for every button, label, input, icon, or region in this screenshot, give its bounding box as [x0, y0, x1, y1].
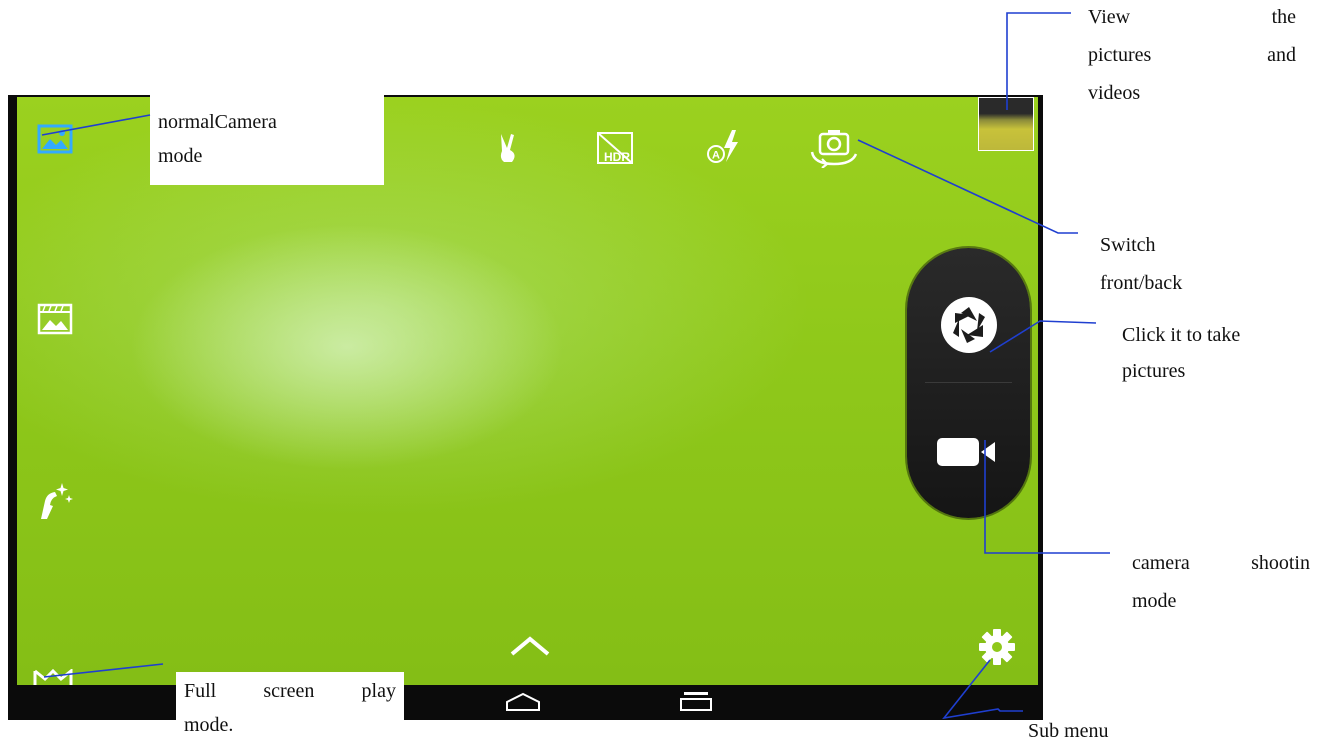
callout-view-pictures-line2: pictures and [1088, 38, 1296, 72]
expand-chevron-icon[interactable] [509, 635, 551, 657]
hdr-label: HDR [604, 150, 630, 164]
camera-screen: HDR A [8, 95, 1043, 720]
callout-view-pictures-word4: and [1267, 44, 1296, 66]
callout-view-pictures-word1: View [1088, 6, 1131, 28]
video-record-button[interactable] [935, 432, 999, 472]
callout-full-screen-line2: mode. [184, 714, 234, 736]
callout-full-screen: Full screen play mode. [176, 672, 404, 749]
callout-view-pictures-line1: View the [1088, 0, 1296, 34]
callout-switch-camera-line1: Switch [1100, 234, 1156, 256]
gallery-thumbnail[interactable] [978, 97, 1034, 151]
camera-viewfinder[interactable]: HDR A [17, 97, 1038, 685]
callout-switch-camera-line2: front/back [1100, 272, 1183, 294]
gesture-icon[interactable] [496, 132, 522, 164]
panorama-mode-icon[interactable] [37, 303, 73, 335]
settings-gear-icon[interactable] [977, 627, 1017, 667]
effects-mode-icon[interactable] [35, 481, 77, 521]
callout-camera-shooting-word2: shootin [1251, 552, 1310, 574]
callout-normal-camera-line2: mode [158, 145, 203, 167]
callout-camera-shooting-line2: mode [1132, 590, 1177, 612]
flash-auto-label: A [712, 150, 720, 162]
callout-view-pictures-word2: the [1271, 6, 1296, 28]
normal-camera-mode-icon[interactable] [37, 124, 73, 154]
callout-camera-shooting-line1: camera shootin [1132, 546, 1310, 580]
callout-camera-shooting: camera shootin mode [1132, 546, 1310, 618]
flash-auto-icon[interactable]: A [704, 128, 744, 168]
hdr-icon[interactable]: HDR [594, 130, 646, 166]
navigation-bar [8, 685, 1043, 720]
switch-camera-icon[interactable] [808, 128, 860, 168]
callout-normal-camera-line1: normalCamera [158, 111, 277, 133]
shutter-panel [907, 248, 1030, 518]
callout-view-pictures-word3: pictures [1088, 44, 1152, 66]
callout-view-pictures: View the pictures and videos [1088, 0, 1296, 110]
callout-full-screen-word2: screen [263, 680, 315, 702]
callout-take-pictures-line2: pictures [1122, 360, 1186, 382]
callout-switch-camera: Switch front/back [1100, 228, 1182, 300]
callout-camera-shooting-word1: camera [1132, 552, 1190, 574]
callout-sub-menu: Sub menu [1028, 720, 1109, 742]
callout-take-pictures-line1: Click it to take [1122, 324, 1241, 346]
shutter-button[interactable] [937, 293, 1001, 357]
callout-full-screen-word1: Full [184, 680, 217, 702]
callout-take-pictures: Click it to take pictures [1122, 318, 1302, 388]
callout-full-screen-word3: play [361, 680, 396, 702]
callout-full-screen-line1: Full screen play [184, 674, 396, 708]
recent-apps-icon[interactable] [678, 690, 714, 712]
callout-view-pictures-line3: videos [1088, 82, 1141, 104]
home-icon[interactable] [503, 692, 543, 712]
full-screen-icon[interactable] [33, 669, 73, 685]
shutter-divider [925, 382, 1012, 383]
callout-normal-camera: normalCamera mode [150, 95, 384, 185]
